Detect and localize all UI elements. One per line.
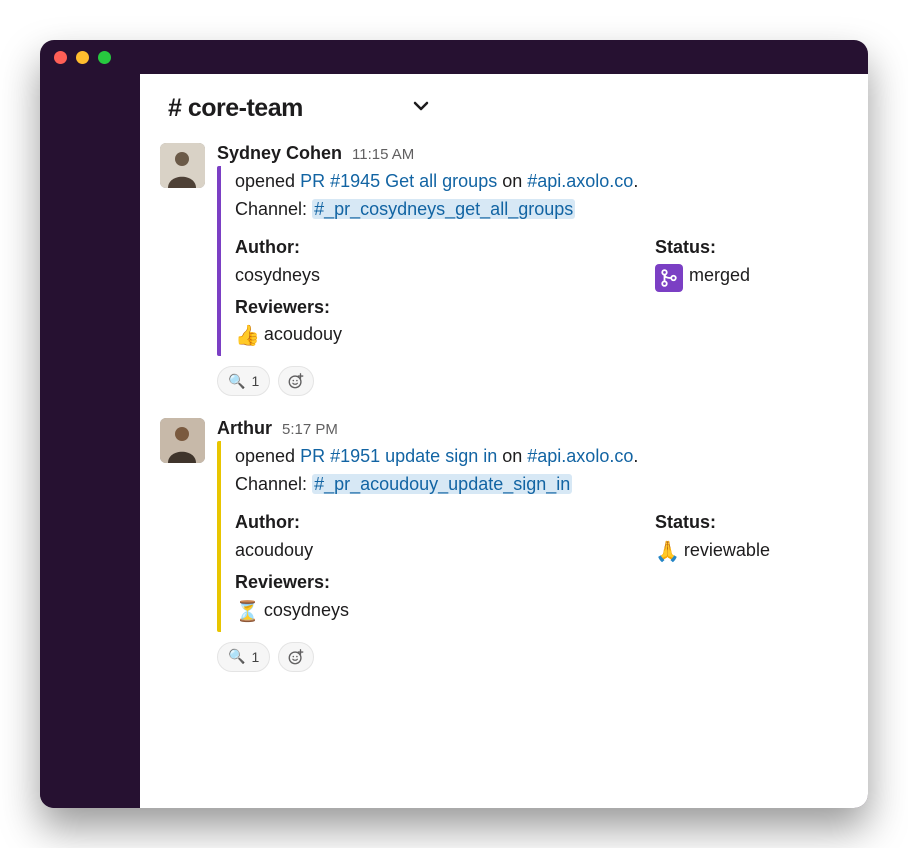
reviewer-name: acoudouy xyxy=(264,324,342,344)
message-header: Sydney Cohen 11:15 AM xyxy=(217,143,848,164)
avatar[interactable] xyxy=(160,418,205,463)
opened-text: opened xyxy=(235,446,300,466)
author-value: cosydneys xyxy=(235,262,655,290)
add-reaction-button[interactable] xyxy=(278,642,314,672)
reaction-count: 1 xyxy=(251,649,259,665)
reviewer-value: 👍acoudouy xyxy=(235,321,655,352)
channel-label: Channel: xyxy=(235,474,312,494)
pr-channel-link[interactable]: #_pr_cosydneys_get_all_groups xyxy=(312,199,575,219)
opened-text: opened xyxy=(235,171,300,191)
message: Sydney Cohen 11:15 AM opened PR #1945 Ge… xyxy=(140,137,868,396)
hourglass-icon: ⏳ xyxy=(235,601,260,623)
main-panel: # core-team Sydney Cohen 11:15 AM xyxy=(140,74,868,808)
app-window: # core-team Sydney Cohen 11:15 AM xyxy=(40,40,868,808)
reviewer-value: ⏳cosydneys xyxy=(235,597,655,628)
opened-mid: on xyxy=(497,171,527,191)
author-label: Author: xyxy=(235,234,655,262)
channel-label: Channel: xyxy=(235,199,312,219)
author-field: Author: cosydneys Reviewers: 👍acoudouy xyxy=(235,234,655,353)
channel-header[interactable]: # core-team xyxy=(140,74,868,133)
reaction-pill[interactable]: 🔍 1 xyxy=(217,642,270,672)
author-field: Author: acoudouy Reviewers: ⏳cosydneys xyxy=(235,509,655,628)
attachment-channel-line: Channel: #_pr_acoudouy_update_sign_in xyxy=(235,471,848,499)
status-value: reviewable xyxy=(684,540,770,560)
opened-mid: on xyxy=(497,446,527,466)
opened-suffix: . xyxy=(633,171,638,191)
chevron-down-icon[interactable] xyxy=(413,98,429,119)
add-reaction-button[interactable] xyxy=(278,366,314,396)
author-value: acoudouy xyxy=(235,537,655,565)
window-titlebar xyxy=(40,40,868,74)
app-body: # core-team Sydney Cohen 11:15 AM xyxy=(40,74,868,808)
reaction-pill[interactable]: 🔍 1 xyxy=(217,366,270,396)
pray-icon: 🙏 xyxy=(655,541,680,563)
maximize-window-button[interactable] xyxy=(98,51,111,64)
close-window-button[interactable] xyxy=(54,51,67,64)
pr-link[interactable]: PR #1951 update sign in xyxy=(300,446,497,466)
message: Arthur 5:17 PM opened PR #1951 update si… xyxy=(140,412,868,671)
status-field: Status: 🙏reviewable xyxy=(655,509,770,628)
attachment-opened-line: opened PR #1945 Get all groups on #api.a… xyxy=(235,168,848,196)
pr-channel-link[interactable]: #_pr_acoudouy_update_sign_in xyxy=(312,474,572,494)
reviewer-name: cosydneys xyxy=(264,600,349,620)
reviewers-label: Reviewers: xyxy=(235,294,655,322)
reaction-count: 1 xyxy=(251,373,259,389)
channel-name: # core-team xyxy=(168,94,303,123)
message-timestamp: 5:17 PM xyxy=(282,421,338,438)
author-label: Author: xyxy=(235,509,655,537)
reaction-bar: 🔍 1 xyxy=(217,366,848,396)
message-author[interactable]: Arthur xyxy=(217,418,272,439)
message-attachment: opened PR #1951 update sign in on #api.a… xyxy=(217,441,848,631)
message-header: Arthur 5:17 PM xyxy=(217,418,848,439)
status-value-row: merged xyxy=(655,262,750,292)
message-list: Sydney Cohen 11:15 AM opened PR #1945 Ge… xyxy=(140,133,868,808)
repo-link[interactable]: #api.axolo.co xyxy=(527,446,633,466)
attachment-channel-line: Channel: #_pr_cosydneys_get_all_groups xyxy=(235,196,848,224)
attachment-opened-line: opened PR #1951 update sign in on #api.a… xyxy=(235,443,848,471)
status-label: Status: xyxy=(655,509,770,537)
avatar[interactable] xyxy=(160,143,205,188)
sidebar xyxy=(40,74,140,808)
opened-suffix: . xyxy=(633,446,638,466)
status-value: merged xyxy=(689,265,750,285)
message-author[interactable]: Sydney Cohen xyxy=(217,143,342,164)
thumbs-up-icon: 👍 xyxy=(235,325,260,347)
repo-link[interactable]: #api.axolo.co xyxy=(527,171,633,191)
reaction-bar: 🔍 1 xyxy=(217,642,848,672)
magnifier-icon: 🔍 xyxy=(228,373,245,390)
magnifier-icon: 🔍 xyxy=(228,648,245,665)
git-merge-icon xyxy=(655,264,683,292)
status-field: Status: merged xyxy=(655,234,750,353)
minimize-window-button[interactable] xyxy=(76,51,89,64)
status-label: Status: xyxy=(655,234,750,262)
status-value-row: 🙏reviewable xyxy=(655,537,770,568)
message-attachment: opened PR #1945 Get all groups on #api.a… xyxy=(217,166,848,356)
pr-link[interactable]: PR #1945 Get all groups xyxy=(300,171,497,191)
message-timestamp: 11:15 AM xyxy=(352,146,414,163)
reviewers-label: Reviewers: xyxy=(235,569,655,597)
